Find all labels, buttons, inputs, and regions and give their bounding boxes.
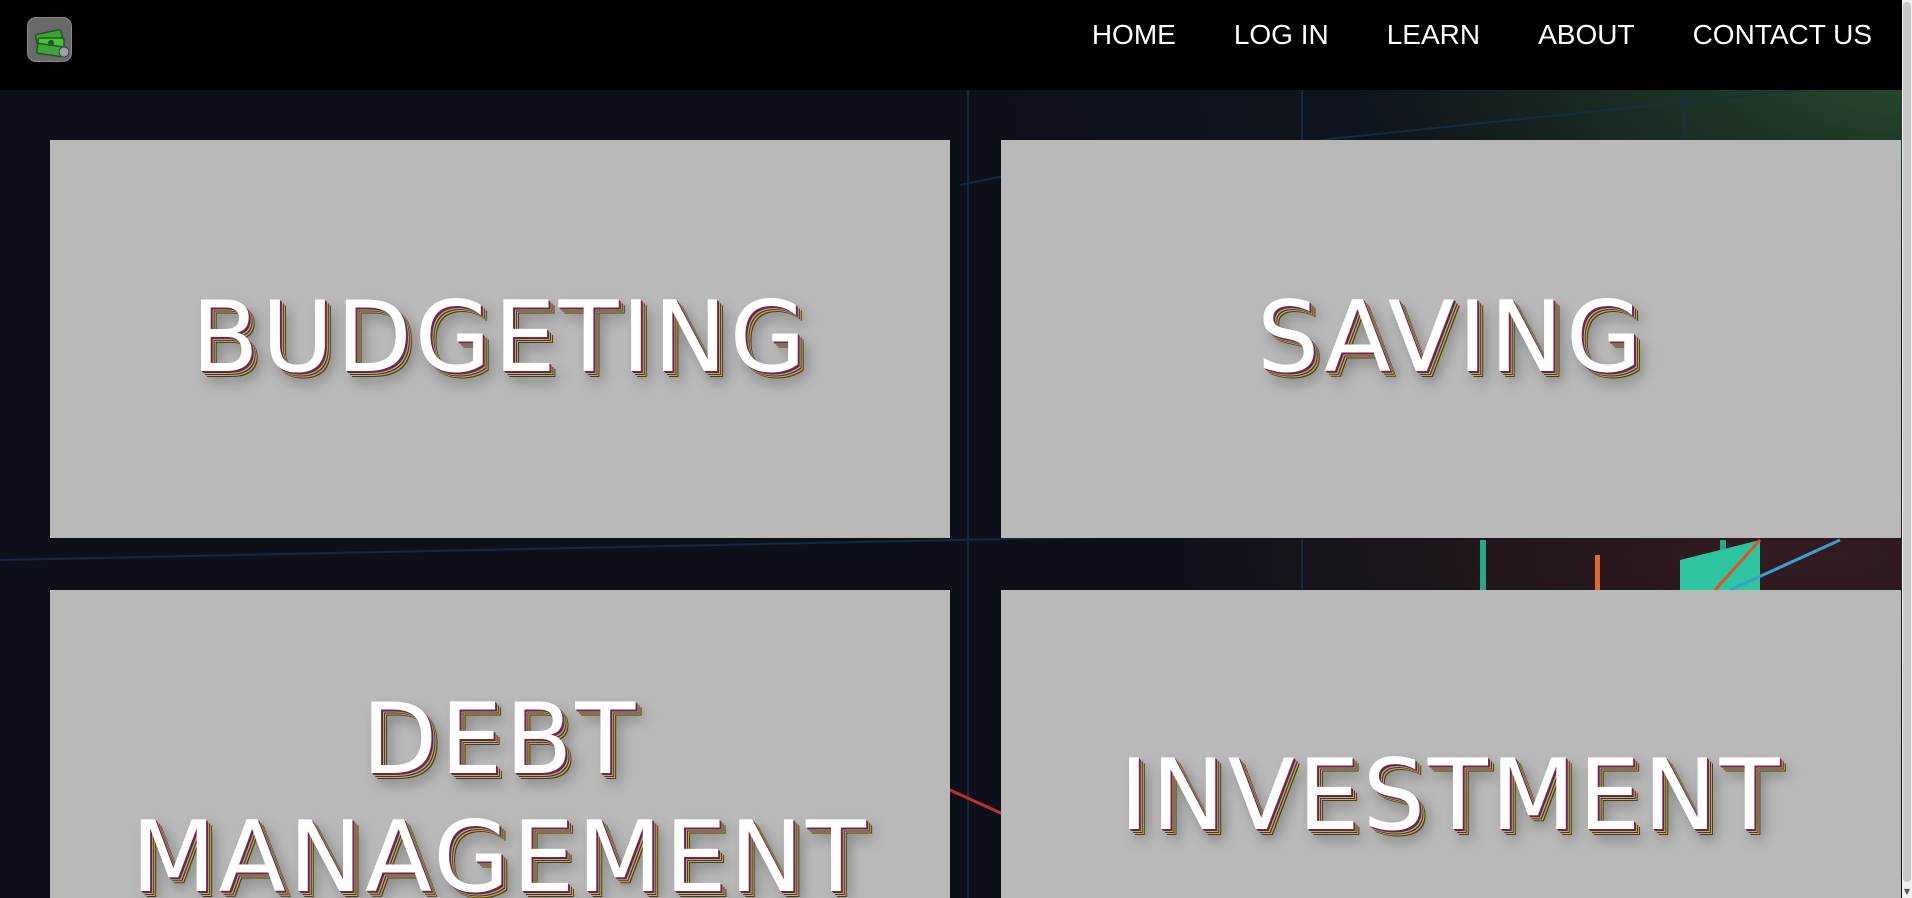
budgeting-card[interactable]: BUDGETING [50, 140, 950, 538]
budgeting-card-title: BUDGETING [191, 281, 809, 396]
saving-card-title: SAVING [1257, 281, 1645, 396]
page: HOME LOG IN LEARN ABOUT CONTACT US BUDGE… [0, 0, 1912, 898]
nav-home-link[interactable]: HOME [1092, 19, 1176, 51]
top-navbar: HOME LOG IN LEARN ABOUT CONTACT US [0, 0, 1912, 90]
money-stack-icon[interactable] [27, 17, 72, 62]
saving-card[interactable]: SAVING [1001, 140, 1901, 538]
vertical-scrollbar[interactable]: ▼ [1902, 0, 1912, 898]
investment-card-title: INVESTMENT [1119, 739, 1783, 853]
investment-card[interactable]: INVESTMENT [1001, 590, 1901, 898]
scrollbar-thumb[interactable] [1903, 2, 1911, 882]
scroll-down-arrow-icon[interactable]: ▼ [1903, 886, 1911, 898]
nav-about-link[interactable]: ABOUT [1538, 19, 1634, 51]
nav-links: HOME LOG IN LEARN ABOUT CONTACT US [1034, 0, 1872, 70]
debt-management-card[interactable]: DEBT MANAGEMENT [50, 590, 950, 898]
nav-learn-link[interactable]: LEARN [1387, 19, 1480, 51]
debt-management-card-title: DEBT MANAGEMENT [131, 683, 869, 898]
nav-login-link[interactable]: LOG IN [1234, 19, 1329, 51]
nav-contact-link[interactable]: CONTACT US [1693, 19, 1872, 51]
